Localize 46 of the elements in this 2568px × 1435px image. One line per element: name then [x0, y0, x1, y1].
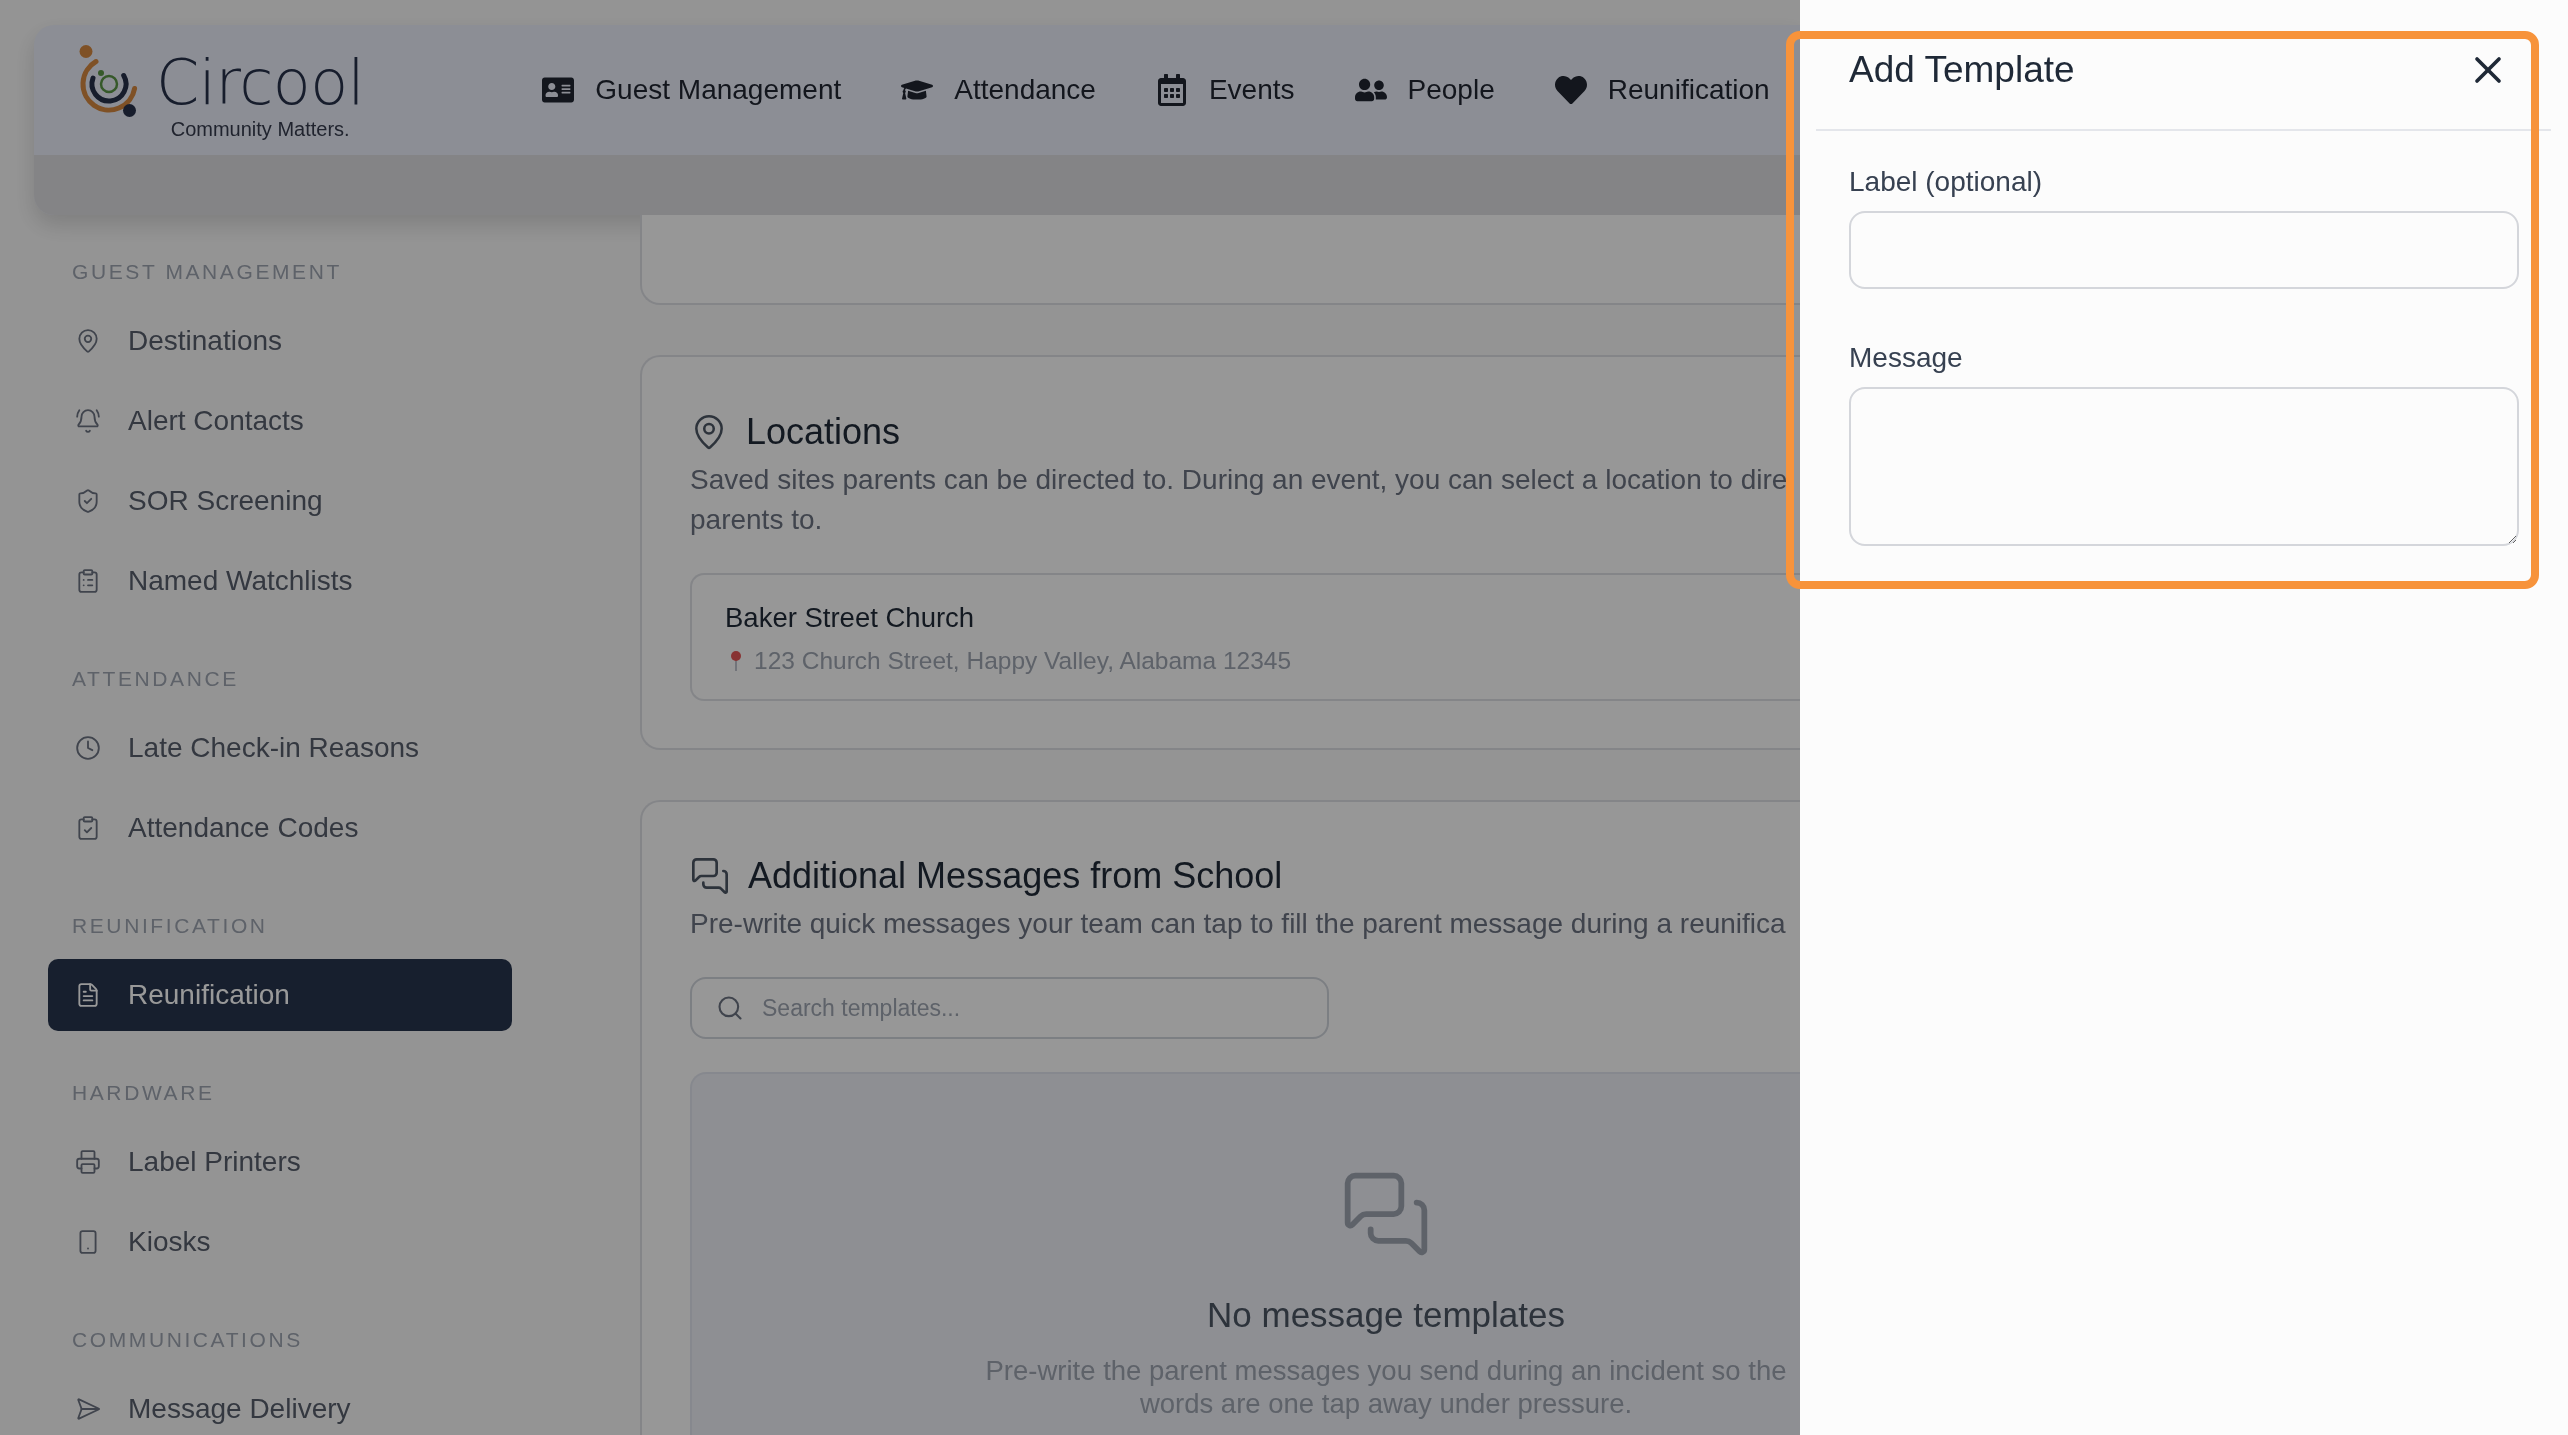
field-label: Label (optional): [1849, 165, 2043, 199]
calendar-icon: [1155, 74, 1188, 106]
map-pin-icon: [75, 328, 101, 354]
sidebar-item[interactable]: Kiosks: [48, 1206, 512, 1278]
location-name: Baker Street Church: [725, 601, 975, 635]
nav-link[interactable]: People: [1354, 72, 1495, 108]
search-field[interactable]: Search templates...: [690, 977, 1329, 1039]
bell-icon: [75, 408, 101, 434]
nav-link[interactable]: Attendance: [901, 72, 1096, 108]
sidebar-item[interactable]: Alert Contacts: [48, 385, 512, 457]
card-description: Pre-write quick messages your team can tap to fill the parent message during a reunifica: [690, 907, 1786, 941]
nav-link[interactable]: Guest Management: [542, 72, 842, 108]
logo-icon: [78, 44, 138, 118]
clock-icon: [75, 735, 101, 761]
card-title: Locations: [746, 410, 901, 454]
sidebar-item[interactable]: Late Check-in Reasons: [48, 712, 512, 784]
pushpin-icon: [730, 651, 742, 671]
sidebar-item[interactable]: Message Delivery: [48, 1373, 512, 1435]
card-description: Saved sites parents can be directed to. During an event, you can select a location to dire parents to.: [690, 463, 1788, 537]
empty-state-title: No message templates: [1207, 1294, 1565, 1336]
sidebar-item[interactable]: Named Watchlists: [48, 545, 512, 617]
shield-check-icon: [75, 488, 101, 514]
text-input-field[interactable]: [1849, 211, 2519, 289]
clipboard-check-icon: [75, 815, 101, 841]
location-card[interactable]: Baker Street Church 123 Church Street, Happy Valley, Alabama 12345: [690, 573, 1800, 701]
heart-icon: [1554, 74, 1587, 106]
chat-bubbles-icon: [690, 856, 730, 896]
printer-icon: [75, 1149, 101, 1175]
search-icon: [716, 994, 744, 1022]
card-title: Additional Messages from School: [748, 854, 1283, 898]
sidebar-item[interactable]: Attendance Codes: [48, 792, 512, 864]
sidebar-item[interactable]: Destinations: [48, 305, 512, 377]
sidebar-item[interactable]: Reunification: [48, 959, 512, 1031]
textarea-field[interactable]: [1849, 387, 2519, 546]
send-icon: [75, 1396, 101, 1422]
document-icon: [75, 982, 101, 1008]
nav-link[interactable]: Reunification: [1554, 72, 1770, 108]
field-label: Message: [1849, 341, 1963, 375]
drawer-title: Add Template: [1849, 48, 2075, 92]
clipboard-list-icon: [75, 568, 101, 594]
nav-link[interactable]: Events: [1155, 72, 1295, 108]
logo-wordmark: Circool: [156, 51, 365, 115]
sidebar-item[interactable]: Label Printers: [48, 1126, 512, 1198]
logo-tagline: Community Matters.: [170, 117, 350, 141]
location-address: 123 Church Street, Happy Valley, Alabama 12345: [754, 646, 1292, 676]
sidebar-item[interactable]: SOR Screening: [48, 465, 512, 537]
